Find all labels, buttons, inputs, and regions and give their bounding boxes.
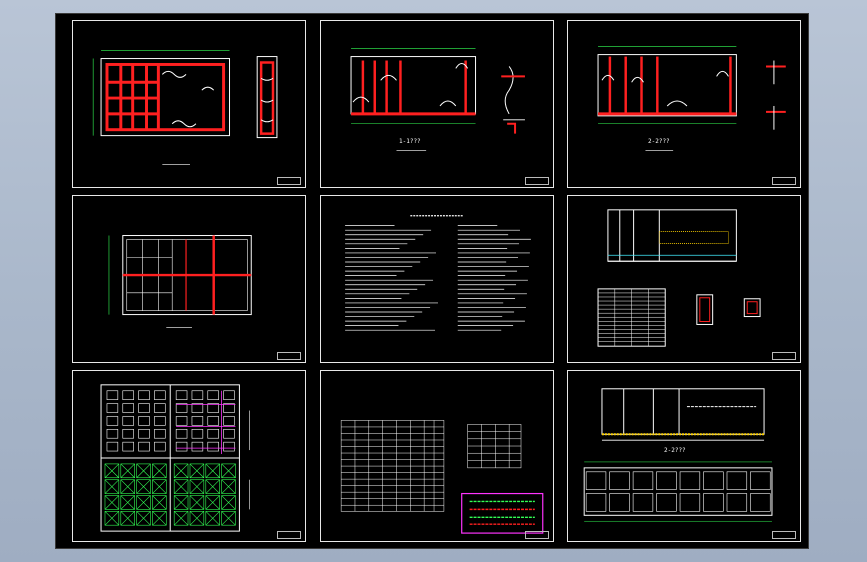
title-block bbox=[277, 531, 301, 539]
section-label: 2-2??? bbox=[648, 138, 670, 145]
section-drawing bbox=[597, 46, 786, 151]
drawing-sheet-material-tables[interactable] bbox=[320, 370, 554, 542]
section-label: 1-1??? bbox=[399, 138, 421, 145]
elevation-drawing bbox=[583, 388, 773, 522]
section-drawing bbox=[350, 48, 525, 151]
title-block bbox=[772, 177, 796, 185]
title-block bbox=[277, 352, 301, 360]
title-block bbox=[772, 531, 796, 539]
drawing-sheet-foundation-grid[interactable] bbox=[72, 195, 306, 363]
grid-drawing bbox=[108, 235, 252, 328]
section-label: 2-2??? bbox=[664, 447, 686, 454]
drawing-sheet-plan-red[interactable] bbox=[72, 20, 306, 188]
cad-model-viewport[interactable]: 1-1??? 2-2??? 2-2??? bbox=[55, 13, 809, 549]
drawing-sheet-section-1-1[interactable]: 1-1??? bbox=[320, 20, 554, 188]
notes-text-block bbox=[345, 215, 531, 331]
drawing-sheet-details[interactable] bbox=[567, 195, 801, 363]
drawing-sheet-elevation[interactable]: 2-2??? bbox=[567, 370, 801, 542]
drawing-sheet-rebar-layout[interactable] bbox=[72, 370, 306, 542]
plan-drawing bbox=[92, 50, 278, 165]
rebar-drawing bbox=[100, 384, 250, 532]
title-block bbox=[277, 177, 301, 185]
title-block bbox=[525, 531, 549, 539]
drawing-sheet-section-2-2[interactable]: 2-2??? bbox=[567, 20, 801, 188]
title-block bbox=[772, 352, 796, 360]
title-block bbox=[525, 177, 549, 185]
drawing-sheet-design-notes[interactable] bbox=[320, 195, 554, 363]
tables-drawing bbox=[340, 420, 544, 534]
detail-drawing bbox=[597, 209, 761, 347]
